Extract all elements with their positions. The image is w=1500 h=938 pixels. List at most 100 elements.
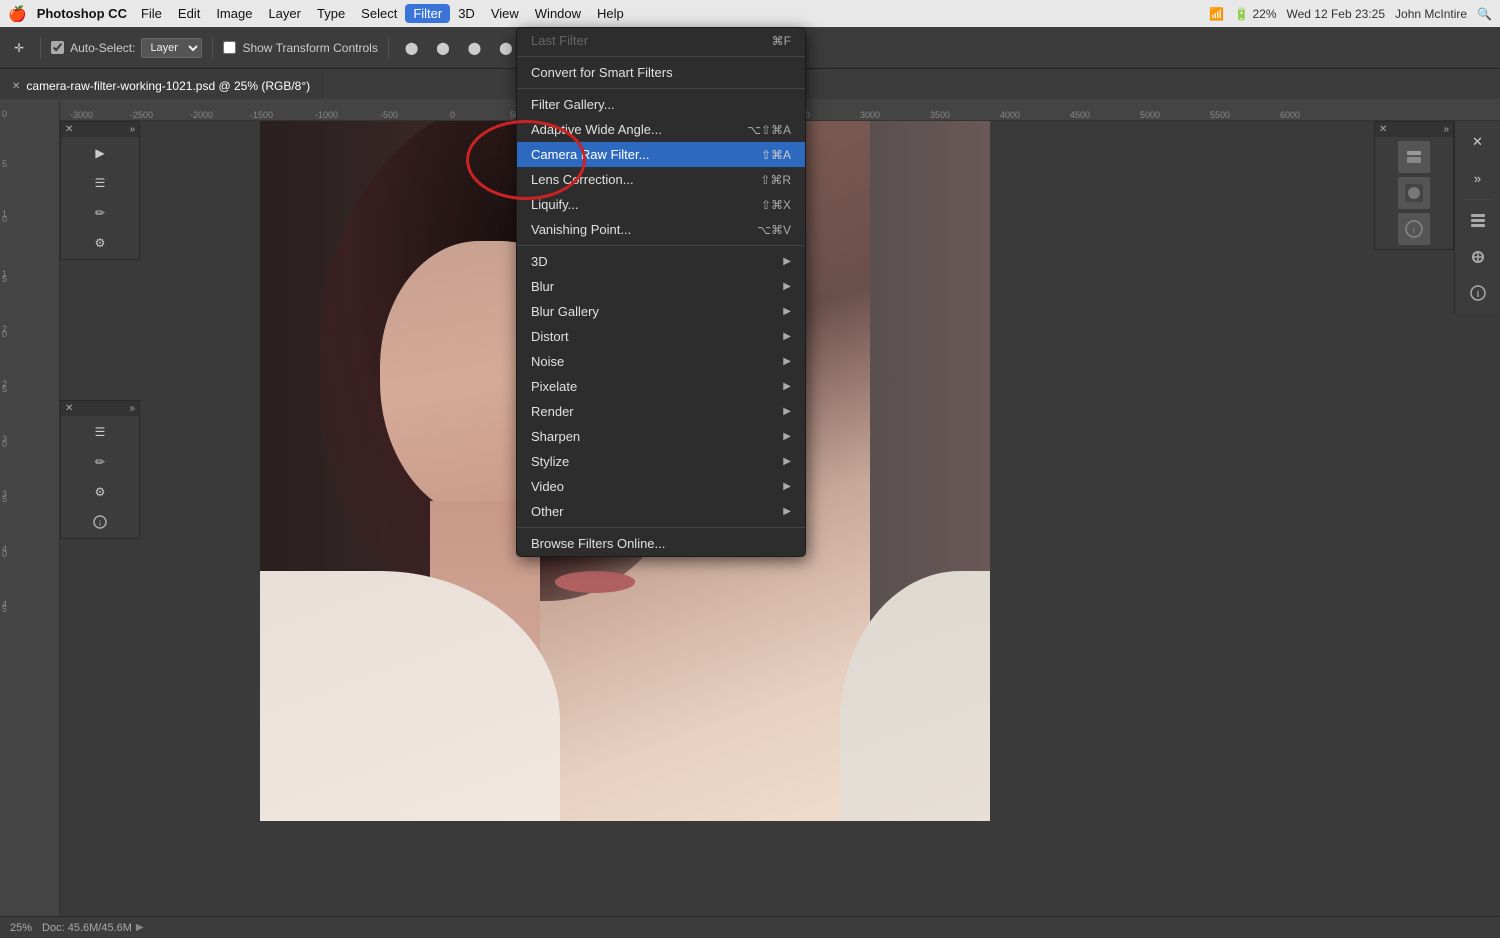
menu-window[interactable]: Window [527, 4, 589, 23]
menu-edit[interactable]: Edit [170, 4, 208, 23]
layers-panel-btn[interactable] [1461, 204, 1495, 238]
filter-lens-correction[interactable]: Lens Correction... ⇧⌘R [517, 167, 805, 192]
panel-sep [1463, 199, 1493, 200]
status-arrow[interactable]: ▶ [136, 922, 144, 933]
svg-text:i: i [99, 519, 101, 528]
filter-vanishing-point[interactable]: Vanishing Point... ⌥⌘V [517, 217, 805, 242]
ruler-v-mark: 5 [2, 159, 7, 169]
transform-checkbox[interactable] [223, 41, 236, 54]
panels-close-btn[interactable]: ✕ [1461, 125, 1495, 159]
ruler-mark: 5500 [1210, 110, 1230, 120]
ruler-v-mark: 5 [2, 274, 7, 284]
app-name[interactable]: Photoshop CC [37, 6, 127, 21]
layers-close[interactable]: ✕ [1379, 124, 1387, 135]
char-header: ✕ » [61, 401, 139, 416]
right-mini-panel: ✕ » i [1454, 121, 1500, 314]
menu-type[interactable]: Type [309, 4, 353, 23]
layers-icon [1469, 212, 1487, 230]
auto-select-dropdown[interactable]: Layer Group [141, 38, 202, 58]
layer-thumbnail-icon [1404, 147, 1424, 167]
char-expand[interactable]: » [129, 403, 135, 414]
last-filter-label: Last Filter [531, 33, 742, 48]
ruler-v-mark: 5 [2, 604, 7, 614]
status-doc-info: Doc: 45.6M/45.6M [42, 922, 132, 934]
layers-item-1[interactable] [1398, 141, 1430, 173]
menu-layer[interactable]: Layer [260, 4, 309, 23]
filter-video[interactable]: Video ▶ [517, 474, 805, 499]
last-filter-shortcut: ⌘F [772, 34, 791, 48]
filter-gallery[interactable]: Filter Gallery... [517, 92, 805, 117]
filter-render[interactable]: Render ▶ [517, 399, 805, 424]
filter-blur[interactable]: Blur ▶ [517, 274, 805, 299]
info-panel-btn[interactable]: i [1461, 276, 1495, 310]
char-info-btn[interactable]: i [86, 508, 114, 536]
history-play-btn[interactable]: ▶ [86, 139, 114, 167]
char-edit-btn[interactable]: ✏ [86, 448, 114, 476]
ruler-v-mark: 0 [2, 549, 7, 559]
liquify-shortcut: ⇧⌘X [761, 198, 791, 212]
filter-browse-online[interactable]: Browse Filters Online... [517, 531, 805, 556]
align-center-icon[interactable]: ⬤ [430, 38, 455, 58]
menu-select[interactable]: Select [353, 4, 405, 23]
menu-help[interactable]: Help [589, 4, 632, 23]
submenu-arrow-blur-gallery: ▶ [783, 306, 791, 317]
video-label: Video [531, 479, 783, 494]
history-edit-btn[interactable]: ✏ [86, 199, 114, 227]
tab-close-icon[interactable]: ✕ [12, 81, 20, 92]
battery-icon: 🔋 22% [1234, 7, 1276, 21]
align-left-icon[interactable]: ⬤ [399, 38, 424, 58]
filter-adaptive-wide[interactable]: Adaptive Wide Angle... ⌥⇧⌘A [517, 117, 805, 142]
transform-label: Show Transform Controls [242, 41, 377, 55]
filter-noise[interactable]: Noise ▶ [517, 349, 805, 374]
layers-mini-panel: ✕ » i [1374, 121, 1454, 250]
layer-info-icon: i [1404, 219, 1424, 239]
menu-filter[interactable]: Filter [405, 4, 450, 23]
layers-item-2[interactable] [1398, 177, 1430, 209]
apple-menu[interactable]: 🍎 [8, 5, 27, 23]
filter-pixelate[interactable]: Pixelate ▶ [517, 374, 805, 399]
auto-select-checkbox[interactable] [51, 41, 64, 54]
panels-expand-btn[interactable]: » [1461, 161, 1495, 195]
layer-thumbnail2-icon [1404, 183, 1424, 203]
char-settings-btn[interactable]: ⚙ [86, 478, 114, 506]
ruler-v-mark: 0 [2, 109, 7, 119]
ruler-mark: 4500 [1070, 110, 1090, 120]
tab-title: camera-raw-filter-working-1021.psd @ 25%… [26, 79, 310, 93]
tab-main[interactable]: ✕ camera-raw-filter-working-1021.psd @ 2… [0, 73, 323, 99]
menu-3d[interactable]: 3D [450, 4, 483, 23]
menu-image[interactable]: Image [208, 4, 260, 23]
menu-file[interactable]: File [133, 4, 170, 23]
ruler-mark: -1500 [250, 110, 273, 120]
filter-3d[interactable]: 3D ▶ [517, 249, 805, 274]
stylize-label: Stylize [531, 454, 783, 469]
adjustments-panel-btn[interactable] [1461, 240, 1495, 274]
camera-raw-label: Camera Raw Filter... [531, 147, 731, 162]
layers-item-3[interactable]: i [1398, 213, 1430, 245]
char-info-icon: i [92, 514, 108, 530]
menu-sep-2 [517, 88, 805, 89]
filter-distort[interactable]: Distort ▶ [517, 324, 805, 349]
filter-blur-gallery[interactable]: Blur Gallery ▶ [517, 299, 805, 324]
filter-other[interactable]: Other ▶ [517, 499, 805, 524]
layers-expand[interactable]: » [1443, 124, 1449, 135]
adaptive-wide-shortcut: ⌥⇧⌘A [747, 123, 791, 137]
filter-sharpen[interactable]: Sharpen ▶ [517, 424, 805, 449]
history-settings-btn[interactable]: ⚙ [86, 229, 114, 257]
search-icon[interactable]: 🔍 [1477, 7, 1492, 21]
align-right-icon[interactable]: ⬤ [462, 38, 487, 58]
history-expand[interactable]: » [129, 124, 135, 135]
distribute-icon[interactable]: ⬤ [493, 38, 518, 58]
submenu-arrow-noise: ▶ [783, 356, 791, 367]
browse-online-label: Browse Filters Online... [531, 536, 791, 551]
filter-stylize[interactable]: Stylize ▶ [517, 449, 805, 474]
vanishing-point-shortcut: ⌥⌘V [757, 223, 791, 237]
filter-camera-raw[interactable]: Camera Raw Filter... ⇧⌘A [517, 142, 805, 167]
history-list-btn[interactable]: ☰ [86, 169, 114, 197]
menu-view[interactable]: View [483, 4, 527, 23]
menu-sep-1 [517, 56, 805, 57]
history-close[interactable]: ✕ [65, 124, 73, 135]
char-list-btn[interactable]: ☰ [86, 418, 114, 446]
filter-liquify[interactable]: Liquify... ⇧⌘X [517, 192, 805, 217]
filter-convert-smart[interactable]: Convert for Smart Filters [517, 60, 805, 85]
char-close[interactable]: ✕ [65, 403, 73, 414]
